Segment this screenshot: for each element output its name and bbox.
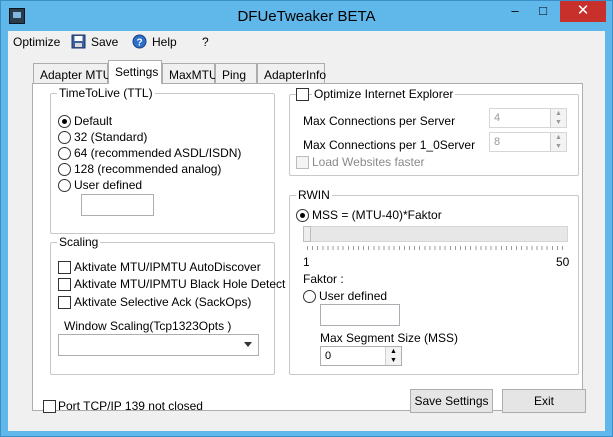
max-conn-10-value: 8 <box>494 136 501 148</box>
max-segment-value: 0 <box>325 350 332 362</box>
max-conn-server-input[interactable]: 4 ▲ ▼ <box>489 108 567 128</box>
max-conn-10-input[interactable]: 8 ▲ ▼ <box>489 132 567 152</box>
rwin-user-defined-radio[interactable] <box>303 290 316 303</box>
ttl-128-radio[interactable] <box>58 163 71 176</box>
tab-settings[interactable]: Settings <box>108 60 162 84</box>
tab-adapter-mtu[interactable]: Adapter MTU <box>33 63 111 83</box>
max-conn-server-spinner[interactable]: ▲ ▼ <box>550 109 566 127</box>
blackhole-label: Aktivate MTU/IPMTU Black Hole Detect <box>74 277 286 291</box>
ttl-64-radio[interactable] <box>58 147 71 160</box>
ttl-user-defined-radio[interactable] <box>58 179 71 192</box>
sackops-checkbox[interactable] <box>58 296 71 309</box>
menu-save[interactable]: Save <box>91 35 118 49</box>
rwin-group: RWIN MSS = (MTU-40)*Faktor 1 50 Faktor :… <box>289 188 579 375</box>
save-icon <box>71 34 86 49</box>
tab-ping[interactable]: Ping <box>215 63 257 83</box>
max-segment-label: Max Segment Size (MSS) <box>320 331 459 345</box>
max-segment-input[interactable]: 0 ▲ ▼ <box>320 346 402 366</box>
optimize-ie-label: Optimize Internet Explorer <box>312 87 456 101</box>
window-scaling-select[interactable] <box>58 334 259 356</box>
scaling-group-title: Scaling <box>57 235 101 249</box>
ttl-128-label: 128 (recommended analog) <box>74 162 222 176</box>
rwin-group-title: RWIN <box>296 188 332 202</box>
max-segment-spinner[interactable]: ▲ ▼ <box>385 347 401 365</box>
sackops-label: Aktivate Selective Ack (SackOps) <box>74 295 252 309</box>
menu-bar: Optimize Save ? Help ? <box>8 31 605 53</box>
scaling-group: Scaling Aktivate MTU/IPMTU AutoDiscover … <box>50 235 285 375</box>
faktor-label: Faktor : <box>303 272 344 286</box>
max-conn-server-value: 4 <box>494 112 501 124</box>
slider-max-label: 50 <box>556 255 570 269</box>
tab-maxmtu[interactable]: MaxMTU <box>162 63 218 83</box>
load-websites-checkbox[interactable] <box>296 156 309 169</box>
menu-help[interactable]: Help <box>152 35 177 49</box>
exit-button[interactable]: Exit <box>502 389 586 413</box>
ttl-group-title: TimeToLive (TTL) <box>57 86 155 100</box>
faktor-slider-thumb[interactable] <box>303 226 311 242</box>
blackhole-checkbox[interactable] <box>58 278 71 291</box>
ttl-default-radio[interactable] <box>58 115 71 128</box>
max-conn-10-spinner[interactable]: ▲ ▼ <box>550 133 566 151</box>
ttl-user-defined-label: User defined <box>74 178 143 192</box>
mss-radio[interactable] <box>296 209 309 222</box>
rwin-user-value-input[interactable] <box>320 304 400 326</box>
ttl-group: TimeToLive (TTL) Default 32 (Standard) 6… <box>50 86 275 234</box>
optimize-ie-checkbox[interactable] <box>296 88 309 101</box>
client-area: Optimize Save ? Help ? Adapter MTU Setti… <box>8 31 605 431</box>
faktor-slider-track[interactable] <box>303 226 568 242</box>
ttl-32-radio[interactable] <box>58 131 71 144</box>
minimize-button[interactable]: – <box>502 1 528 22</box>
load-websites-label: Load Websites faster <box>312 155 425 169</box>
close-button[interactable]: ✕ <box>560 1 606 22</box>
max-conn-10-label: Max Connections per 1_0Server <box>303 138 476 152</box>
ttl-user-value-input[interactable] <box>81 194 154 216</box>
maximize-button[interactable]: □ <box>530 1 556 22</box>
app-window: DFUeTweaker BETA – □ ✕ Optimize Save ? H… <box>0 0 613 437</box>
help-icon: ? <box>132 34 147 49</box>
rwin-user-defined-label: User defined <box>319 289 388 303</box>
svg-text:?: ? <box>136 38 142 49</box>
ttl-32-label: 32 (Standard) <box>74 130 148 144</box>
save-settings-button[interactable]: Save Settings <box>410 389 493 413</box>
mss-label: MSS = (MTU-40)*Faktor <box>312 208 442 222</box>
chevron-down-icon <box>244 342 252 347</box>
title-bar: DFUeTweaker BETA – □ ✕ <box>1 1 612 31</box>
ttl-64-label: 64 (recommended ASDL/ISDN) <box>74 146 242 160</box>
menu-about[interactable]: ? <box>202 35 209 49</box>
menu-optimize[interactable]: Optimize <box>13 35 60 49</box>
settings-panel: TimeToLive (TTL) Default 32 (Standard) 6… <box>32 83 583 411</box>
ie-group: Optimize Internet Explorer Max Connectio… <box>289 87 579 176</box>
tab-adapterinfo[interactable]: AdapterInfo <box>257 63 326 83</box>
ttl-default-label: Default <box>74 114 113 128</box>
port-139-label: Port TCP/IP 139 not closed <box>58 399 203 413</box>
port-139-checkbox[interactable] <box>43 400 56 413</box>
slider-min-label: 1 <box>303 255 310 269</box>
window-scaling-label: Window Scaling(Tcp1323Opts ) <box>64 319 232 333</box>
max-conn-server-label: Max Connections per Server <box>303 114 456 128</box>
slider-ticks <box>307 246 563 250</box>
autodiscover-checkbox[interactable] <box>58 261 71 274</box>
autodiscover-label: Aktivate MTU/IPMTU AutoDiscover <box>74 260 261 274</box>
